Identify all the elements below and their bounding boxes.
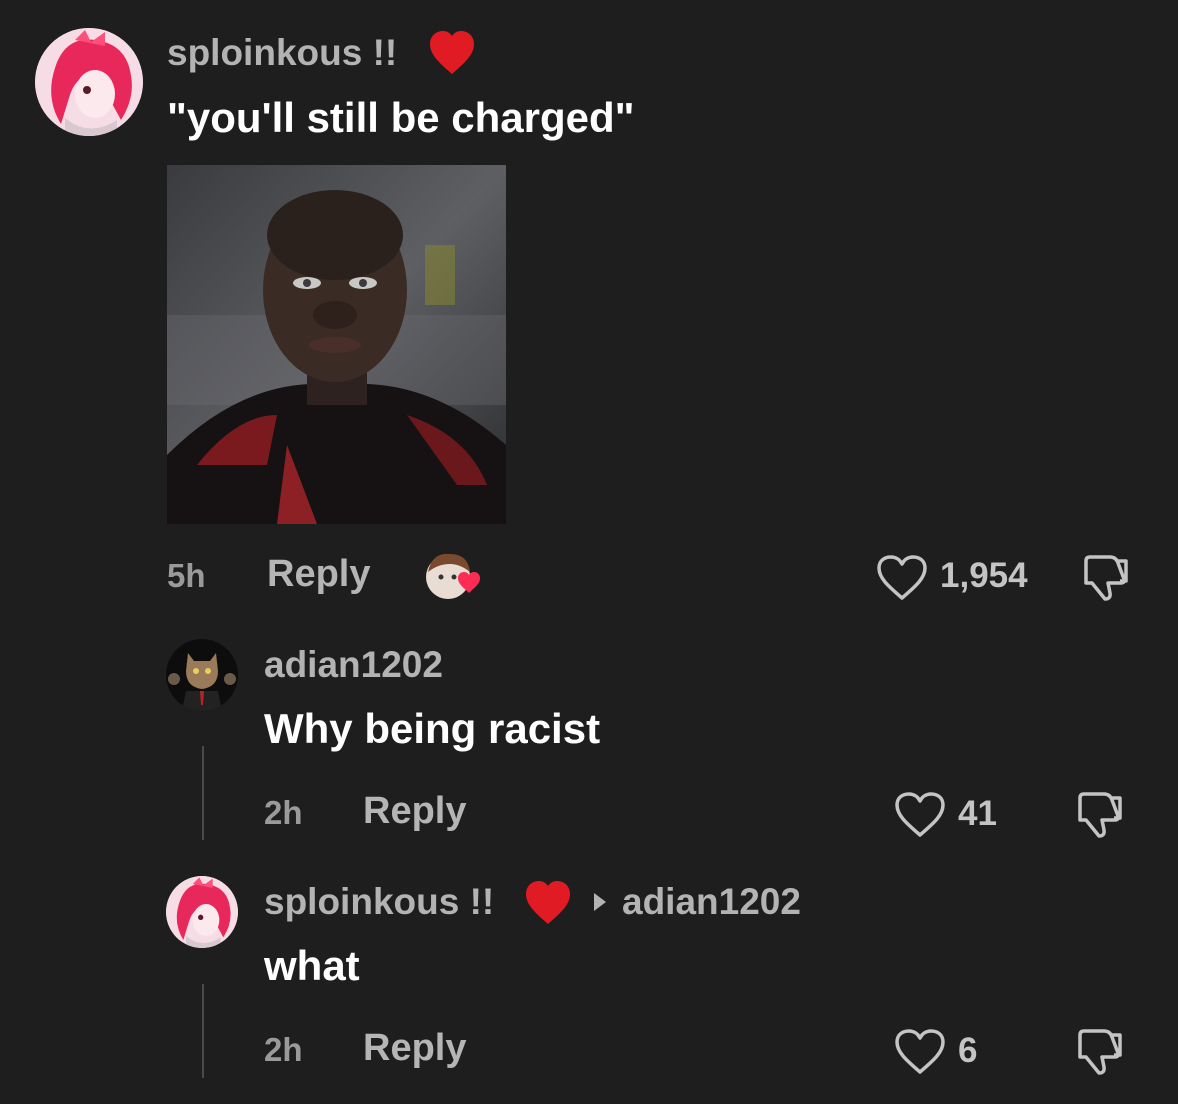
reply-to-username[interactable]: adian1202 <box>622 881 801 923</box>
like-count: 6 <box>958 1031 978 1070</box>
creator-liked-badge <box>424 550 486 604</box>
red-heart-icon <box>524 880 572 926</box>
comment-image[interactable] <box>167 165 506 524</box>
thread-line <box>202 746 204 840</box>
reply-button[interactable]: Reply <box>363 1027 466 1070</box>
dislike-icon[interactable] <box>1074 790 1126 840</box>
comment-username[interactable]: sploinkous !! <box>167 32 397 74</box>
avatar[interactable] <box>166 639 238 711</box>
comment-text: "you'll still be charged" <box>167 94 635 141</box>
comment-text: Why being racist <box>264 705 601 752</box>
thread-line <box>202 984 204 1078</box>
comment-time: 2h <box>264 1031 303 1068</box>
comment-time: 5h <box>167 557 206 594</box>
like-count: 1,954 <box>940 556 1028 595</box>
like-icon[interactable] <box>894 792 946 838</box>
avatar[interactable] <box>35 28 143 136</box>
reply-button[interactable]: Reply <box>267 553 370 596</box>
red-heart-icon <box>428 30 476 76</box>
comment-time: 2h <box>264 794 303 831</box>
like-icon[interactable] <box>876 555 928 601</box>
like-icon[interactable] <box>894 1029 946 1075</box>
reply-arrow-icon <box>592 891 608 913</box>
avatar[interactable] <box>166 876 238 948</box>
username-text[interactable]: sploinkous !! <box>167 32 397 73</box>
comment-username[interactable]: sploinkous !! <box>264 881 494 923</box>
dislike-icon[interactable] <box>1074 1027 1126 1077</box>
like-count: 41 <box>958 794 997 833</box>
comment-username[interactable]: adian1202 <box>264 644 443 686</box>
reply-button[interactable]: Reply <box>363 790 466 833</box>
dislike-icon[interactable] <box>1080 553 1132 603</box>
comment-text: what <box>264 942 360 989</box>
